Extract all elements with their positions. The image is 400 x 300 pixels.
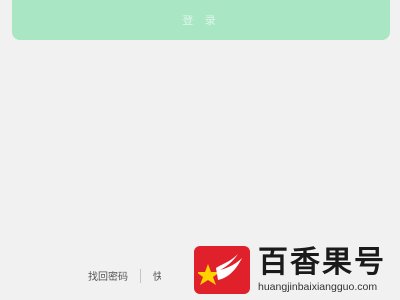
register-link[interactable]: 快速注册: [153, 268, 161, 283]
link-divider: [140, 268, 141, 283]
login-screen: 登 录 找回密码 快速注册 百香果号 huangjinbaixiangguo.c…: [0, 0, 400, 300]
login-button[interactable]: 登 录: [12, 0, 390, 40]
forgot-password-link[interactable]: 找回密码: [88, 268, 128, 283]
watermark-url: huangjinbaixiangguo.com: [258, 281, 378, 293]
footer-links: 找回密码 快速注册: [88, 268, 161, 283]
watermark-name: 百香果号: [258, 245, 386, 280]
login-button-label: 登 录: [182, 14, 220, 27]
watermark: 百香果号 huangjinbaixiangguo.com: [190, 240, 400, 300]
watermark-text: 百香果号 huangjinbaixiangguo.com: [258, 246, 386, 294]
watermark-logo-icon: [194, 246, 250, 294]
